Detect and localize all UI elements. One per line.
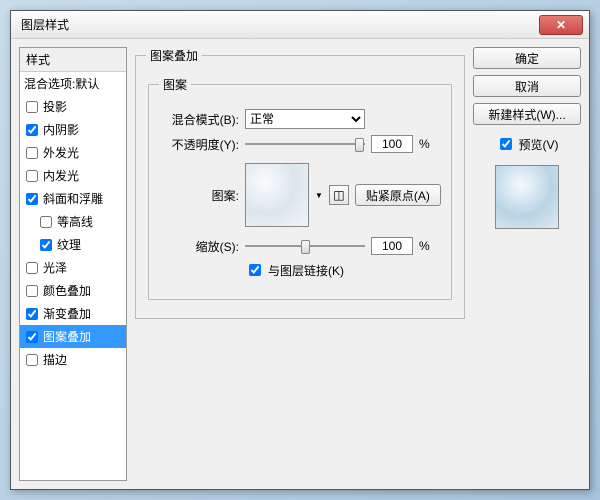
new-preset-button[interactable]: ◫ [329, 185, 349, 205]
style-item-checkbox[interactable] [40, 216, 52, 228]
style-item-label: 等高线 [57, 213, 93, 230]
right-column: 确定 取消 新建样式(W)... 预览(V) [473, 47, 581, 481]
style-item-11[interactable]: 描边 [20, 348, 126, 371]
scale-slider[interactable] [245, 239, 365, 253]
group-title: 图案叠加 [146, 47, 202, 64]
preview-thumbnail [495, 165, 559, 229]
preview-checkbox[interactable]: 预览(V) [496, 135, 559, 153]
style-item-7[interactable]: 光泽 [20, 256, 126, 279]
style-item-checkbox[interactable] [26, 170, 38, 182]
scale-row: 缩放(S): % [159, 237, 441, 255]
blend-options-label: 混合选项:默认 [24, 75, 99, 92]
style-item-checkbox[interactable] [26, 354, 38, 366]
style-item-10[interactable]: 图案叠加 [20, 325, 126, 348]
style-item-9[interactable]: 渐变叠加 [20, 302, 126, 325]
style-list-header: 样式 [20, 48, 126, 72]
snap-origin-button[interactable]: 贴紧原点(A) [355, 184, 441, 206]
style-item-6[interactable]: 纹理 [20, 233, 126, 256]
style-item-1[interactable]: 内阴影 [20, 118, 126, 141]
style-item-5[interactable]: 等高线 [20, 210, 126, 233]
style-item-8[interactable]: 颜色叠加 [20, 279, 126, 302]
pattern-subgroup: 图案 混合模式(B): 正常 不透明度(Y): [148, 76, 452, 300]
scale-input[interactable] [371, 237, 413, 255]
ok-button[interactable]: 确定 [473, 47, 581, 69]
pattern-overlay-group: 图案叠加 图案 混合模式(B): 正常 不透明度(Y): [135, 47, 465, 319]
style-item-checkbox[interactable] [26, 308, 38, 320]
style-item-label: 纹理 [57, 236, 81, 253]
style-item-checkbox[interactable] [26, 101, 38, 113]
document-icon: ◫ [333, 188, 344, 202]
style-item-2[interactable]: 外发光 [20, 141, 126, 164]
opacity-slider[interactable] [245, 137, 365, 151]
style-item-checkbox[interactable] [26, 147, 38, 159]
link-row: 与图层链接(K) [159, 261, 441, 279]
blend-mode-row: 混合模式(B): 正常 [159, 109, 441, 129]
pattern-swatch[interactable] [245, 163, 309, 227]
cancel-button[interactable]: 取消 [473, 75, 581, 97]
style-item-3[interactable]: 内发光 [20, 164, 126, 187]
chevron-down-icon[interactable]: ▼ [315, 191, 323, 200]
style-item-checkbox[interactable] [26, 124, 38, 136]
style-item-checkbox[interactable] [26, 193, 38, 205]
style-item-label: 光泽 [43, 259, 67, 276]
blend-options-row[interactable]: 混合选项:默认 [20, 72, 126, 95]
opacity-input[interactable] [371, 135, 413, 153]
link-with-layer-checkbox[interactable]: 与图层链接(K) [245, 261, 344, 279]
scale-label: 缩放(S): [159, 238, 239, 255]
content-area: 样式 混合选项:默认 投影内阴影外发光内发光斜面和浮雕等高线纹理光泽颜色叠加渐变… [11, 39, 589, 489]
layer-style-dialog: 图层样式 ✕ 样式 混合选项:默认 投影内阴影外发光内发光斜面和浮雕等高线纹理光… [10, 10, 590, 490]
style-item-label: 图案叠加 [43, 328, 91, 345]
main-panel: 图案叠加 图案 混合模式(B): 正常 不透明度(Y): [135, 47, 465, 481]
close-button[interactable]: ✕ [539, 15, 583, 35]
subgroup-title: 图案 [159, 76, 191, 93]
style-item-label: 外发光 [43, 144, 79, 161]
new-style-button[interactable]: 新建样式(W)... [473, 103, 581, 125]
style-item-4[interactable]: 斜面和浮雕 [20, 187, 126, 210]
style-item-label: 描边 [43, 351, 67, 368]
style-item-label: 内发光 [43, 167, 79, 184]
style-item-0[interactable]: 投影 [20, 95, 126, 118]
opacity-label: 不透明度(Y): [159, 136, 239, 153]
opacity-unit: % [419, 137, 430, 151]
style-item-checkbox[interactable] [26, 285, 38, 297]
style-item-label: 斜面和浮雕 [43, 190, 103, 207]
scale-unit: % [419, 239, 430, 253]
style-item-checkbox[interactable] [26, 331, 38, 343]
style-item-checkbox[interactable] [26, 262, 38, 274]
style-item-checkbox[interactable] [40, 239, 52, 251]
style-item-label: 内阴影 [43, 121, 79, 138]
style-item-label: 投影 [43, 98, 67, 115]
style-item-label: 渐变叠加 [43, 305, 91, 322]
close-icon: ✕ [556, 18, 566, 32]
opacity-row: 不透明度(Y): % [159, 135, 441, 153]
pattern-row: 图案: ▼ ◫ 贴紧原点(A) [159, 163, 441, 227]
blend-mode-select[interactable]: 正常 [245, 109, 365, 129]
blend-mode-label: 混合模式(B): [159, 111, 239, 128]
window-title: 图层样式 [17, 16, 539, 33]
style-item-label: 颜色叠加 [43, 282, 91, 299]
style-list: 样式 混合选项:默认 投影内阴影外发光内发光斜面和浮雕等高线纹理光泽颜色叠加渐变… [19, 47, 127, 481]
pattern-label: 图案: [159, 187, 239, 204]
titlebar: 图层样式 ✕ [11, 11, 589, 39]
